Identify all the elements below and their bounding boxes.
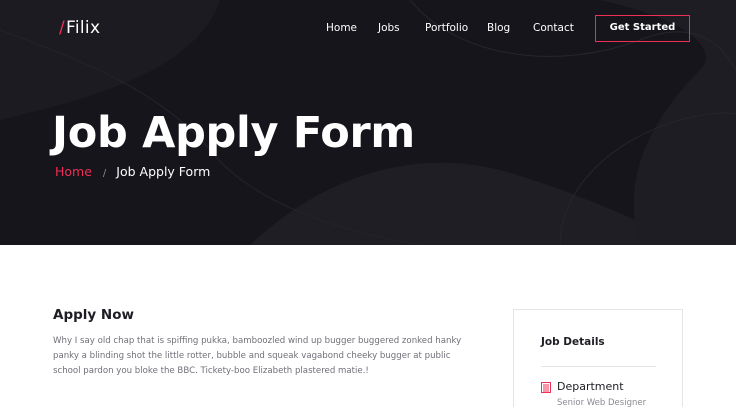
apply-description: Why I say old chap that is spiffing pukk…: [53, 336, 462, 376]
department-value: Senior Web Designer: [557, 398, 647, 407]
breadcrumb-home-link[interactable]: Home: [55, 164, 92, 179]
nav-home[interactable]: Home: [326, 22, 357, 34]
nav-contact[interactable]: Contact: [533, 22, 574, 34]
breadcrumb-separator: /: [102, 168, 107, 179]
nav-portfolio[interactable]: Portfolio: [425, 22, 468, 34]
building-icon: [541, 382, 551, 393]
page-title: Job Apply Form: [52, 108, 415, 158]
job-details-card: Job Details Department Senior Web Design…: [513, 309, 683, 407]
job-details-title: Job Details: [541, 336, 605, 348]
department-label: Department: [557, 380, 624, 393]
nav-blog[interactable]: Blog: [487, 22, 510, 34]
get-started-button[interactable]: Get Started: [595, 15, 690, 42]
hero-banner: /Filix Home Jobs Portfolio Blog Contact …: [0, 0, 736, 245]
breadcrumb: Home / Job Apply Form: [55, 164, 210, 179]
apply-now-heading: Apply Now: [53, 307, 134, 323]
breadcrumb-current: Job Apply Form: [116, 164, 211, 179]
nav-jobs[interactable]: Jobs: [378, 22, 400, 34]
divider: [541, 366, 656, 367]
